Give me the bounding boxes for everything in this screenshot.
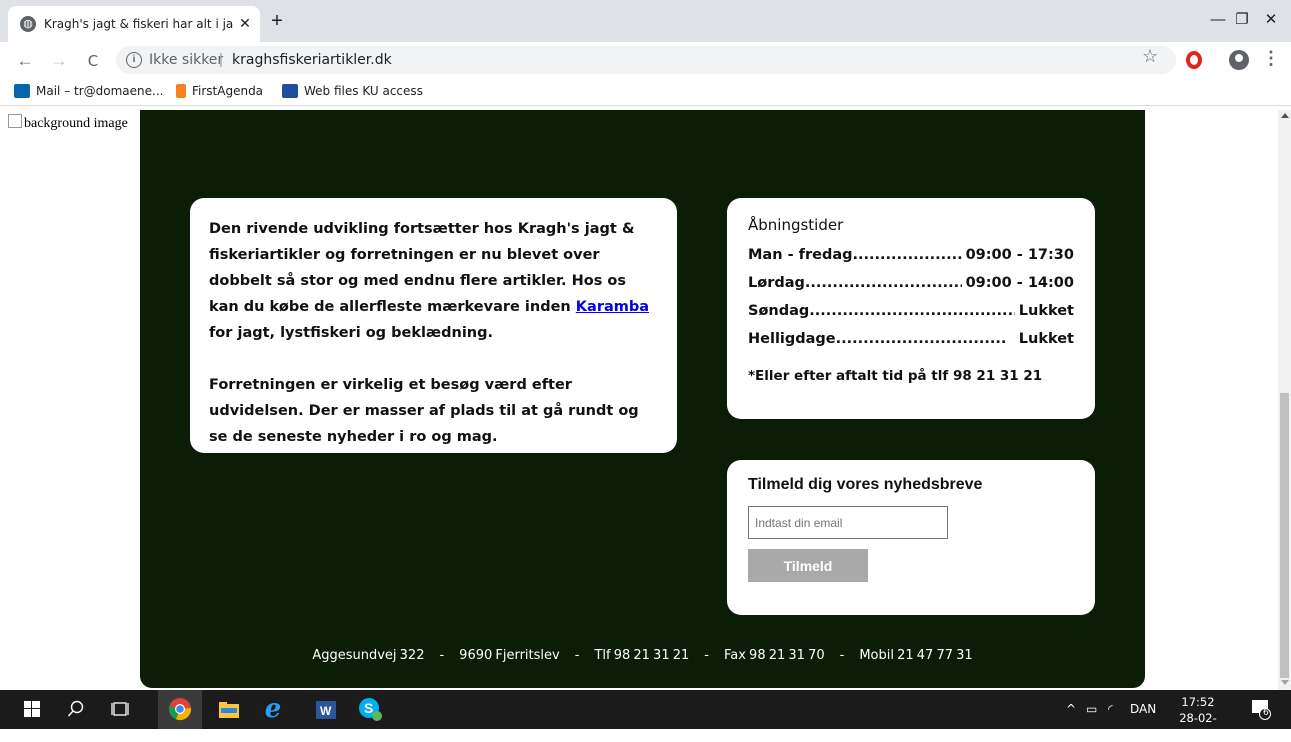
scroll-up-arrow-icon[interactable] <box>1281 113 1289 118</box>
hours-row: Søndag..................................… <box>748 300 1074 328</box>
close-tab-icon[interactable]: ✕ <box>236 14 254 32</box>
hours-time: Lukket <box>1018 303 1074 319</box>
footer-city: 9690 Fjerritslev <box>459 648 560 663</box>
restore-button[interactable]: ❐ <box>1230 10 1254 30</box>
footer-separator: - <box>439 648 445 663</box>
hours-time: 09:00 - 14:00 <box>965 275 1074 291</box>
newsletter-title: Tilmeld dig vores nyhedsbreve <box>748 476 983 493</box>
hours-row: Man - fredag.......................... 0… <box>748 244 1074 272</box>
reload-button[interactable]: C <box>82 50 104 72</box>
address-bar[interactable]: i Ikke sikker | kraghsfiskeriartikler.dk <box>116 46 1176 74</box>
bookmarks-bar: Mail – tr@domaene... FirstAgenda Web fil… <box>0 78 1291 106</box>
bookmark-web-files[interactable]: Web files KU access <box>282 84 423 98</box>
word-icon[interactable]: W <box>304 690 348 729</box>
email-input[interactable] <box>748 506 948 539</box>
scroll-down-arrow-icon[interactable] <box>1281 680 1289 685</box>
bookmark-firstagenda[interactable]: FirstAgenda <box>176 84 263 98</box>
security-label: Ikke sikker <box>149 52 224 68</box>
hours-day: Man - fredag.......................... <box>748 247 962 263</box>
bookmark-label: FirstAgenda <box>192 84 264 98</box>
intro-paragraph-1: Den rivende udvikling fortsætter hos Kra… <box>209 216 659 346</box>
page-viewport: background image Den rivende udvikling f… <box>0 110 1278 690</box>
globe-icon: ◍ <box>20 16 36 32</box>
show-hidden-icons-icon[interactable]: ^ <box>1066 702 1076 716</box>
bookmark-label: Mail – tr@domaene... <box>36 84 164 98</box>
hours-row: Lørdag..................................… <box>748 272 1074 300</box>
footer-mobile: Mobil 21 47 77 31 <box>859 648 973 663</box>
intro-text: Den rivende udvikling fortsætter hos Kra… <box>209 221 635 315</box>
footer-separator: - <box>839 648 845 663</box>
hours-day: Søndag..................................… <box>748 303 1015 319</box>
tab-title: Kragh's jagt & fiskeri har alt i jagt <box>44 17 234 31</box>
battery-icon[interactable]: ▭ <box>1086 702 1097 716</box>
browser-tab-bar: ◍ Kragh's jagt & fiskeri har alt i jagt … <box>0 0 1291 42</box>
windows-taskbar: e W S ^ ▭ ◜ DAN 17:52 28-02-2020 6 <box>0 690 1291 741</box>
svg-text:S: S <box>364 700 373 716</box>
firstagenda-icon <box>176 84 186 98</box>
hours-note: *Eller efter aftalt tid på tlf 98 21 31 … <box>748 368 1043 384</box>
footer-phone: Tlf 98 21 31 21 <box>594 648 690 663</box>
intro-paragraph-2: Forretningen er virkelig et besøg værd e… <box>209 377 639 445</box>
opera-extension-icon[interactable] <box>1186 51 1202 69</box>
skype-icon[interactable]: S <box>348 690 392 729</box>
browser-tab[interactable]: ◍ Kragh's jagt & fiskeri har alt i jagt … <box>8 6 260 42</box>
opening-hours-title: Åbningstider <box>748 216 844 234</box>
back-button[interactable]: ← <box>14 50 36 72</box>
browser-menu-icon[interactable]: ⋮ <box>1262 48 1280 69</box>
footer-address: Aggesundvej 322 <box>312 648 425 663</box>
clock-time: 17:52 <box>1181 695 1215 709</box>
bookmark-label: Web files KU access <box>304 84 423 98</box>
bookmark-star-icon[interactable]: ☆ <box>1142 46 1158 67</box>
address-separator: | <box>219 51 223 68</box>
broken-background-image: background image <box>8 114 128 132</box>
opening-hours-card: Åbningstider Man - fredag...............… <box>727 198 1095 419</box>
subscribe-button[interactable]: Tilmeld <box>748 549 868 582</box>
footer-separator: - <box>574 648 580 663</box>
svg-text:W: W <box>320 704 332 718</box>
footer-separator: - <box>704 648 709 663</box>
profile-avatar-icon[interactable] <box>1229 50 1249 70</box>
chrome-taskbar-icon[interactable] <box>158 690 202 729</box>
main-content-panel: Den rivende udvikling fortsætter hos Kra… <box>140 110 1145 688</box>
minimize-button[interactable]: — <box>1206 10 1230 30</box>
bookmark-mail[interactable]: Mail – tr@domaene... <box>14 84 163 98</box>
hours-time: Lukket <box>1018 331 1074 347</box>
intro-card: Den rivende udvikling fortsætter hos Kra… <box>190 198 677 453</box>
page-scrollbar[interactable] <box>1278 110 1291 690</box>
close-window-button[interactable]: ✕ <box>1259 10 1283 30</box>
task-view-icon[interactable] <box>98 690 142 729</box>
karamba-link[interactable]: Karamba <box>576 299 649 315</box>
newsletter-card: Tilmeld dig vores nyhedsbreve Tilmeld <box>727 460 1095 615</box>
language-indicator[interactable]: DAN <box>1130 702 1156 716</box>
url-text[interactable]: kraghsfiskeriartikler.dk <box>232 52 392 68</box>
footer-contact: Aggesundvej 322-9690 Fjerritslev - Tlf 98 … <box>140 648 1145 663</box>
browser-toolbar: ← → C i Ikke sikker | kraghsfiskeriartik… <box>0 42 1291 78</box>
intro-text: for jagt, lystfiskeri og beklædning. <box>209 325 494 341</box>
clock-date: 28-02-2020 <box>1179 711 1217 741</box>
file-explorer-icon[interactable] <box>207 690 251 729</box>
search-icon[interactable] <box>54 690 98 729</box>
internet-explorer-icon[interactable]: e <box>251 690 295 729</box>
hours-time: 09:00 - 17:30 <box>965 247 1074 263</box>
clock[interactable]: 17:52 28-02-2020 <box>1168 694 1228 742</box>
outlook-icon <box>14 84 30 98</box>
hours-day: Lørdag..................................… <box>748 275 962 291</box>
new-tab-button[interactable]: + <box>266 11 288 33</box>
notification-count: 6 <box>1263 708 1269 718</box>
windows-start-icon[interactable] <box>10 690 54 729</box>
hours-day: Helligdage..............................… <box>748 331 1007 347</box>
hours-row: Helligdage..............................… <box>748 328 1074 356</box>
notification-center-icon[interactable]: 6 <box>1250 698 1272 723</box>
footer-fax: Fax 98 21 31 70 <box>723 648 825 663</box>
wifi-icon[interactable]: ◜ <box>1108 702 1113 716</box>
web-files-icon <box>282 84 298 98</box>
info-icon[interactable]: i <box>126 52 142 68</box>
forward-button[interactable]: → <box>48 50 70 72</box>
scroll-thumb[interactable] <box>1280 393 1289 678</box>
